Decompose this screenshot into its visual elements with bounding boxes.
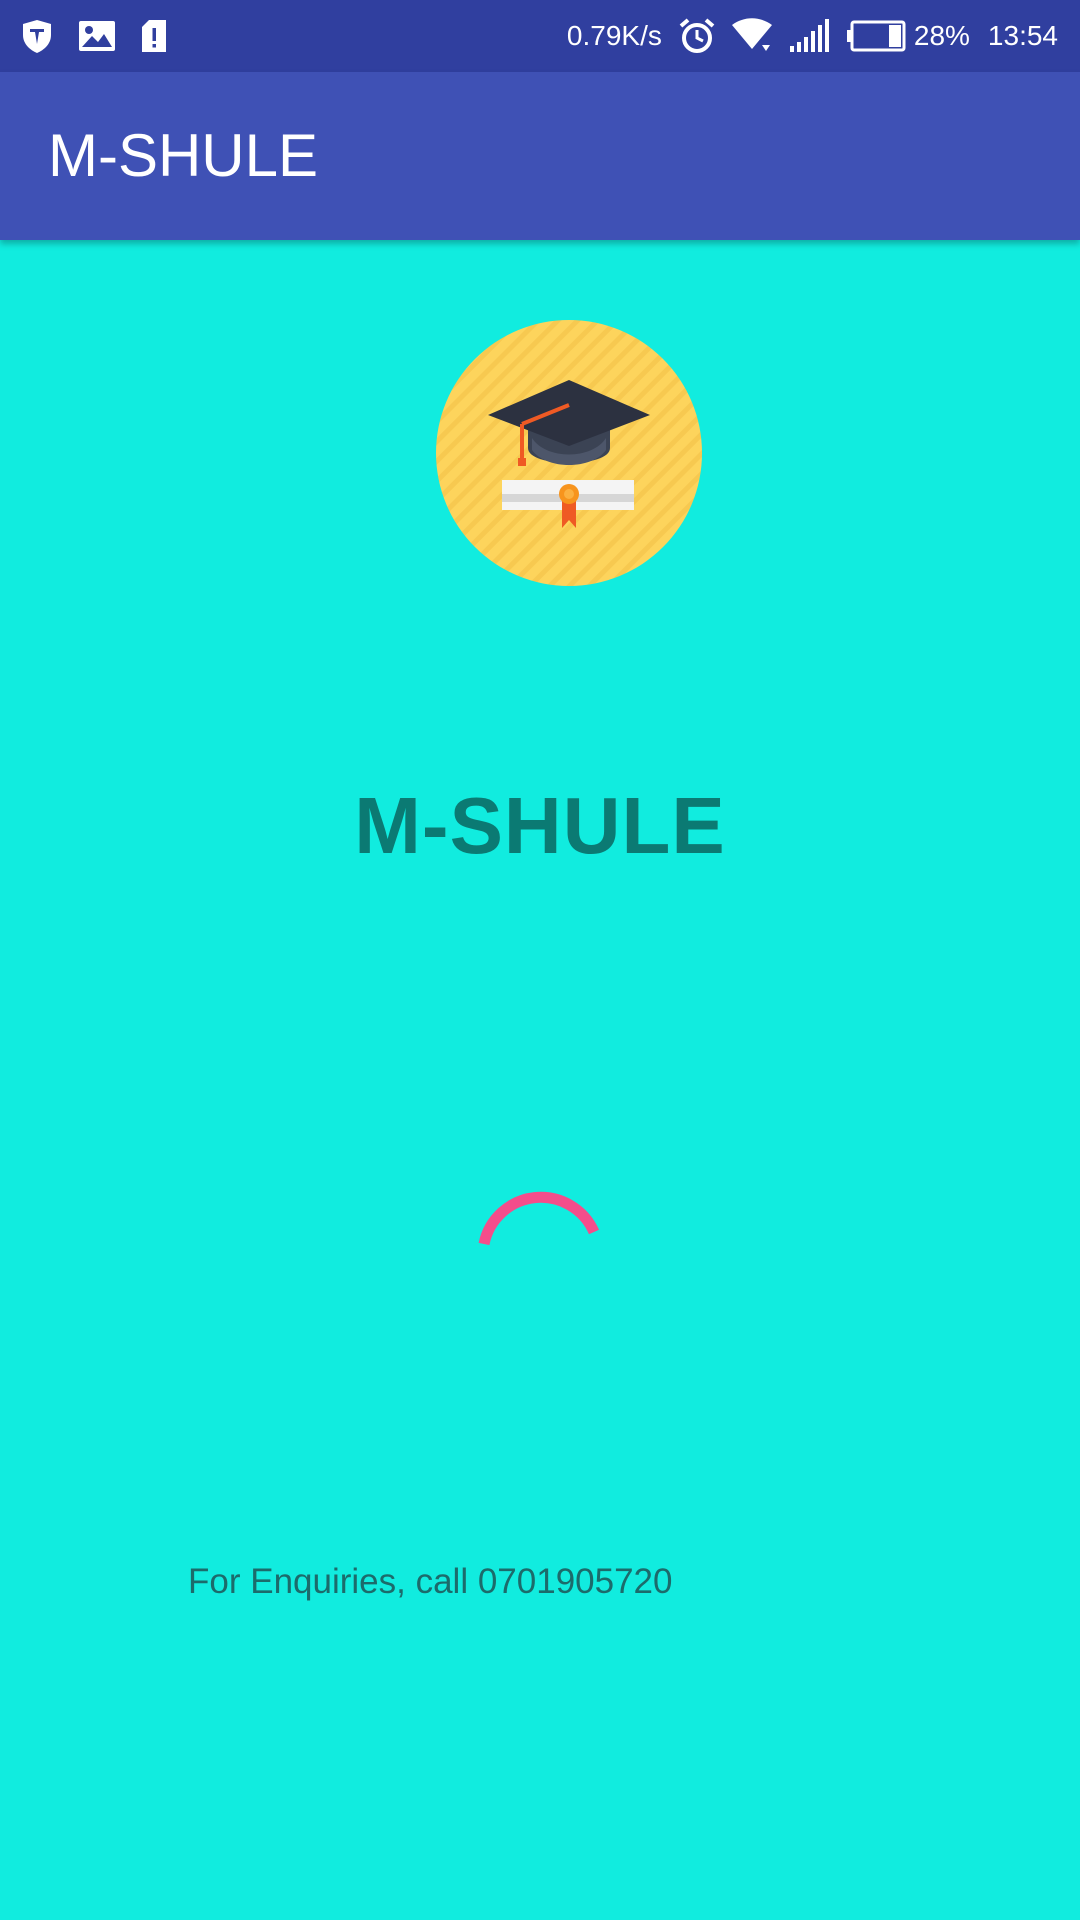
network-speed: 0.79K/s (566, 20, 662, 51)
graduation-cap-icon (436, 320, 702, 586)
wifi-icon (730, 17, 774, 55)
status-right-icons: 0.79K/s 28% 13:54 (567, 17, 1058, 55)
loading-spinner (470, 1170, 610, 1310)
signal-icon (788, 18, 832, 54)
shield-icon (20, 18, 54, 54)
app-logo (436, 320, 702, 586)
app-bar-title: M-SHULE (48, 122, 319, 189)
app-bar: M-SHULE (0, 72, 1080, 240)
battery-percentage: 28% (913, 20, 970, 51)
enquiry-text: For Enquiries, call 0701905720 (188, 1562, 673, 1601)
splash-screen: 0.79K/s 28% 13:54 M-SHULE M-SHULE For En… (0, 0, 1080, 1920)
clock: 13:54 (987, 20, 1058, 51)
splash-title: M-SHULE (354, 781, 726, 870)
image-icon (78, 20, 116, 52)
status-left-icons (20, 18, 192, 54)
status-bar: 0.79K/s 28% 13:54 (0, 0, 1080, 72)
battery-icon (846, 20, 906, 52)
sim-alert-icon (140, 19, 168, 53)
alarm-icon (678, 17, 716, 55)
